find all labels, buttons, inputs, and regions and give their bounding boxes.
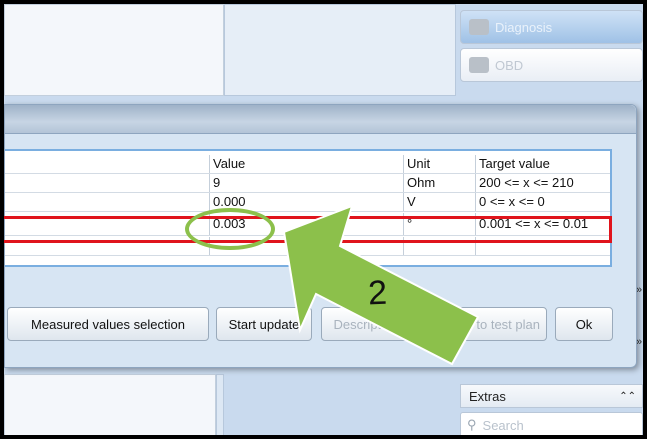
search-placeholder: Search	[482, 417, 524, 433]
cell-value: 9	[209, 174, 403, 192]
value-highlight-oval	[185, 208, 275, 250]
search-input[interactable]: ⚲ Search	[460, 412, 643, 435]
background-panel-bottom-left	[4, 374, 216, 435]
sidebar-item-label: Diagnosis	[495, 19, 553, 35]
cell-target-value: 200 <= x <= 210	[475, 174, 610, 192]
obd-icon	[469, 57, 489, 73]
column-header-target-value[interactable]: Target value	[475, 155, 610, 173]
add-to-test-plan-button[interactable]: to test plan	[417, 307, 547, 341]
sidebar-item-label: OBD	[495, 57, 524, 73]
extras-label: Extras	[469, 388, 506, 404]
measured-values-selection-button[interactable]: Measured values selection	[7, 307, 209, 341]
table-header-row: Value Unit Target value	[5, 155, 610, 174]
sidebar-item-obd[interactable]: OBD	[460, 48, 643, 82]
dialog-titlebar[interactable]	[5, 105, 636, 134]
table-row[interactable]: 9 Ohm 200 <= x <= 210	[5, 174, 610, 193]
collapse-up-icon[interactable]: ⌃⌃	[619, 391, 636, 402]
description-button[interactable]: Description	[321, 307, 411, 341]
diagnosis-icon	[469, 19, 489, 35]
measured-values-table: Value Unit Target value 9 Ohm 200 <= x <…	[5, 149, 612, 267]
background-panel-bottom-mid	[216, 374, 224, 435]
ok-button[interactable]: Ok	[555, 307, 613, 341]
row-highlight-frame	[4, 216, 612, 243]
column-header-value[interactable]: Value	[209, 155, 403, 173]
screenshot-frame: Diagnosis OBD » » Extras ⌃⌃ ⚲ Search Val…	[4, 4, 643, 435]
background-panel-left	[4, 4, 224, 96]
extras-section-header[interactable]: Extras ⌃⌃	[460, 384, 643, 408]
column-header-unit[interactable]: Unit	[403, 155, 475, 173]
cell-unit: Ohm	[403, 174, 475, 192]
cell-target-value: 0 <= x <= 0	[475, 193, 610, 211]
start-update-button[interactable]: Start update	[216, 307, 312, 341]
background-panel-middle	[224, 4, 456, 96]
sidebar-item-diagnosis[interactable]: Diagnosis	[460, 10, 643, 44]
table-row[interactable]: 0.000 V 0 <= x <= 0	[5, 193, 610, 212]
search-icon: ⚲	[467, 417, 477, 432]
cell-unit: V	[403, 193, 475, 211]
